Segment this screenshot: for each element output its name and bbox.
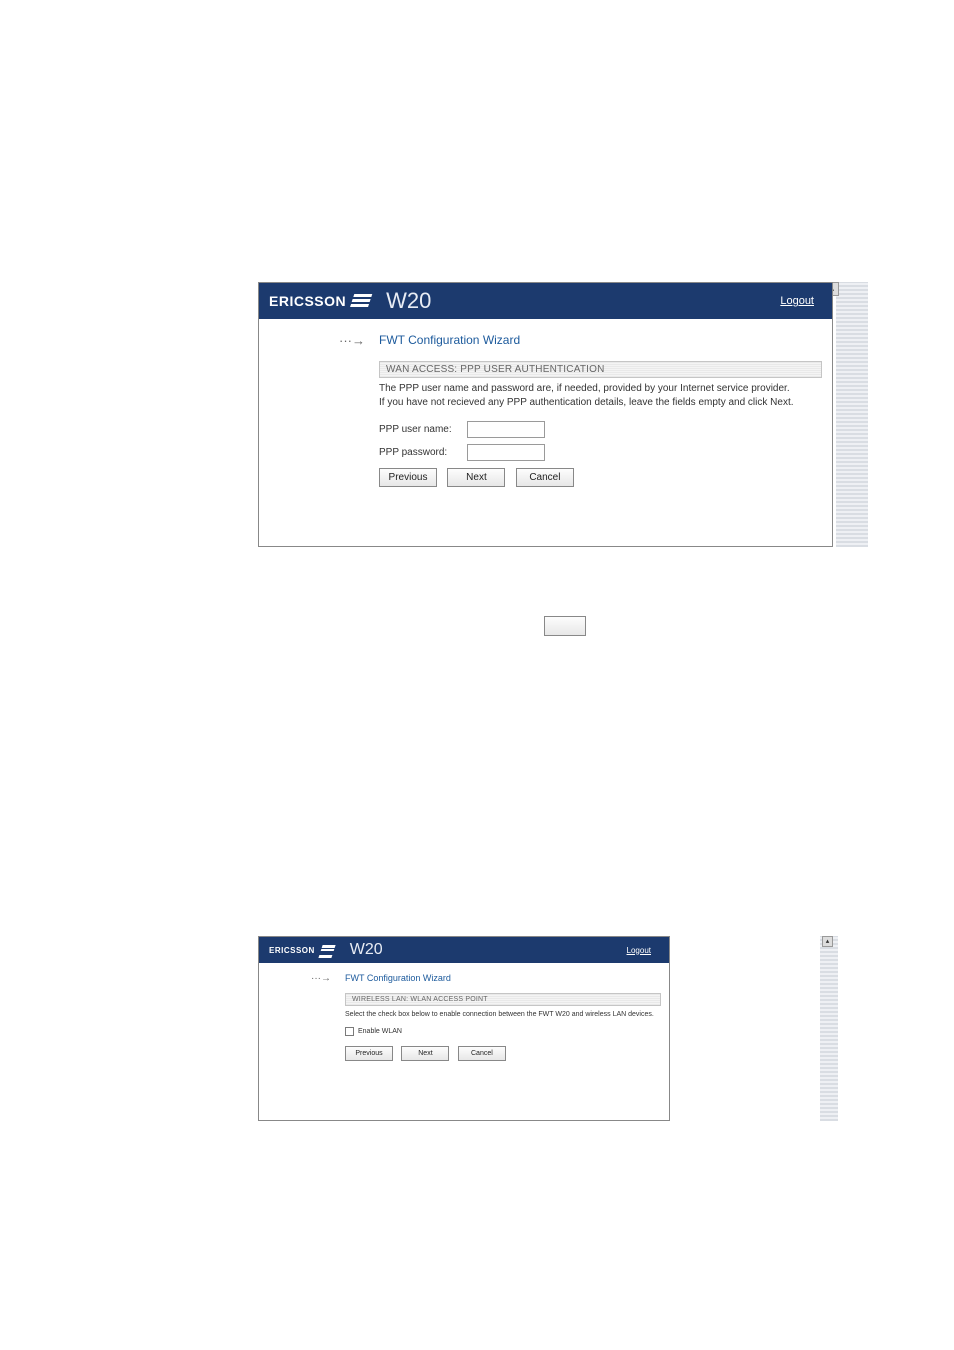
- model-name: W20: [386, 288, 431, 314]
- screenshot-ppp-auth: ERICSSON W20 Logout ···→ FWT Configurati…: [258, 282, 833, 547]
- next-button[interactable]: Next: [401, 1046, 449, 1061]
- wizard-title: FWT Configuration Wizard: [379, 333, 822, 347]
- page-margin-stripe: [836, 282, 868, 547]
- section-description: The PPP user name and password are, if n…: [379, 382, 822, 409]
- scrollbar-up-button[interactable]: ▴: [822, 936, 833, 947]
- desc-line: If you have not recieved any PPP authent…: [379, 397, 794, 408]
- cancel-button[interactable]: Cancel: [516, 468, 574, 487]
- model-name: W20: [350, 941, 383, 959]
- ppp-password-label: PPP password:: [379, 447, 467, 458]
- ppp-user-input[interactable]: [467, 421, 545, 438]
- logout-link[interactable]: Logout: [780, 295, 814, 307]
- page-margin-stripe: [820, 936, 838, 1121]
- enable-wlan-checkbox[interactable]: [345, 1027, 354, 1036]
- ppp-password-input[interactable]: [467, 444, 545, 461]
- brand-stripes-icon: [350, 294, 373, 308]
- app-header: ERICSSON W20 Logout: [259, 283, 832, 319]
- logout-link[interactable]: Logout: [627, 946, 651, 955]
- enable-wlan-label: Enable WLAN: [358, 1028, 402, 1035]
- cancel-button[interactable]: Cancel: [458, 1046, 506, 1061]
- previous-button[interactable]: Previous: [379, 468, 437, 487]
- wizard-step-arrow: ···→: [267, 973, 345, 1061]
- ppp-user-label: PPP user name:: [379, 424, 467, 435]
- section-description: Select the check box below to enable con…: [345, 1010, 661, 1019]
- wizard-title: FWT Configuration Wizard: [345, 973, 661, 983]
- section-heading: WIRELESS LAN: WLAN ACCESS POINT: [345, 993, 661, 1006]
- previous-button[interactable]: Previous: [345, 1046, 393, 1061]
- brand-stripes-icon: [319, 945, 335, 955]
- next-button[interactable]: Next: [447, 468, 505, 487]
- brand-name: ERICSSON: [269, 293, 346, 309]
- wizard-step-arrow: ···→: [269, 333, 379, 487]
- app-header: ERICSSON W20 Logout: [259, 937, 669, 963]
- desc-line: The PPP user name and password are, if n…: [379, 383, 790, 394]
- section-heading: WAN ACCESS: PPP USER AUTHENTICATION: [379, 361, 822, 378]
- screenshot-wlan-ap: ERICSSON W20 Logout ···→ FWT Configurati…: [258, 936, 670, 1121]
- inline-next-button[interactable]: [544, 616, 586, 636]
- brand-name: ERICSSON: [269, 946, 315, 955]
